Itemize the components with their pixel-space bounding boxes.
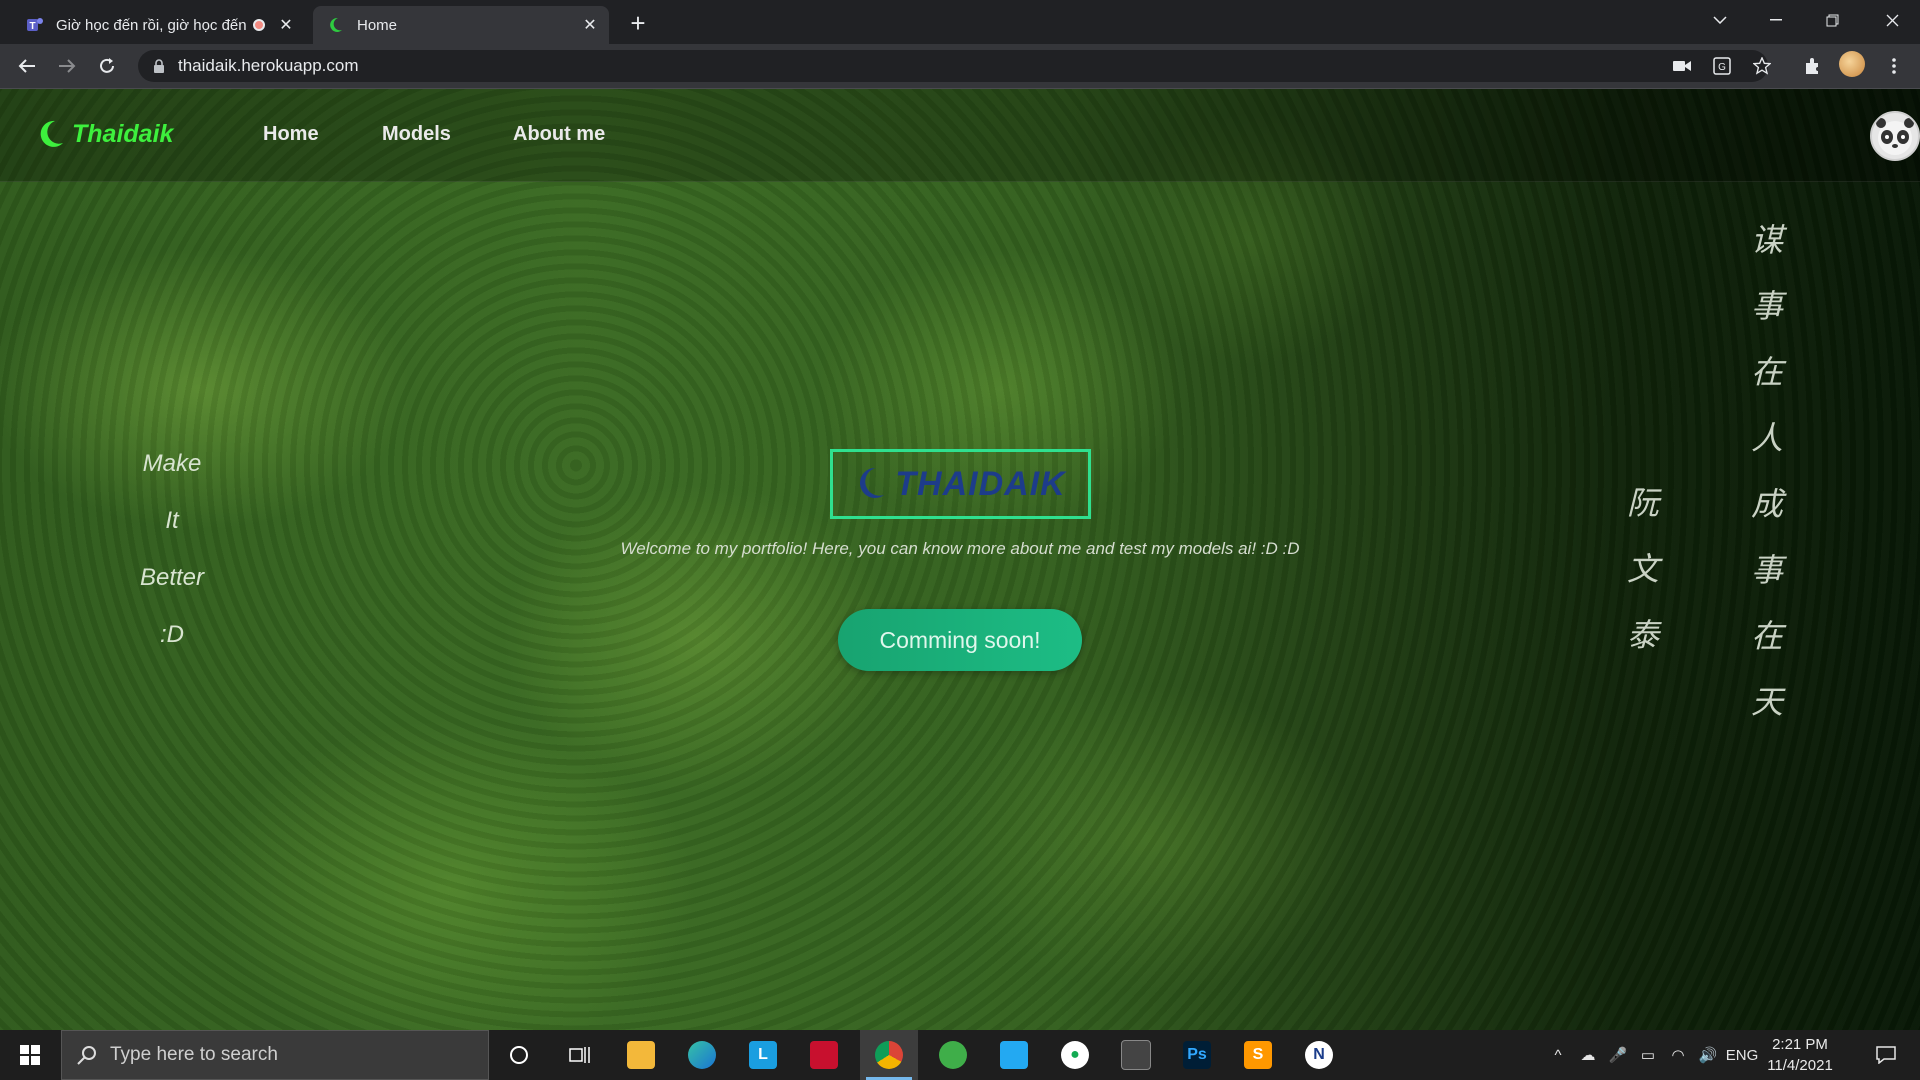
microphone-icon[interactable]: 🎤 (1605, 1030, 1631, 1080)
tab-search-icon[interactable] (1692, 0, 1748, 40)
terminal-icon[interactable] (1107, 1030, 1165, 1080)
cjk-char: 事 (1750, 551, 1783, 589)
windows-taskbar: Type here to search L ● Ps S N ^ ☁ 🎤 ▭ ◠… (0, 1030, 1920, 1080)
nav-models[interactable]: Models (382, 123, 451, 146)
cjk-char: 谋 (1750, 221, 1783, 259)
tab-title: Home (357, 16, 398, 34)
moon-icon (40, 120, 63, 147)
motto-word: :D (160, 621, 184, 648)
restore-icon[interactable] (1804, 0, 1860, 40)
cjk-name-column: 阮 文 泰 (1618, 470, 1668, 668)
nav-about-me[interactable]: About me (513, 123, 605, 146)
show-hidden-icons-icon[interactable]: ^ (1545, 1030, 1571, 1080)
volume-icon[interactable]: 🔊 (1695, 1030, 1721, 1080)
cjk-char: 在 (1750, 353, 1783, 391)
cjk-char: 泰 (1626, 616, 1659, 654)
action-center-icon[interactable] (1864, 1030, 1908, 1080)
close-tab-icon[interactable]: ✕ (581, 16, 599, 34)
user-avatar[interactable] (1870, 111, 1920, 161)
cjk-char: 事 (1750, 287, 1783, 325)
address-bar[interactable]: thaidaik.herokuapp.com (138, 50, 1768, 82)
motto-word: Make (142, 450, 202, 477)
teams-icon: T (26, 16, 44, 34)
search-placeholder: Type here to search (110, 1044, 278, 1065)
tab-title: Giờ học đến rồi, giờ học đến (56, 16, 247, 34)
svg-text:T: T (29, 21, 35, 32)
motto-word: Better (139, 564, 205, 591)
welcome-text: Welcome to my portfolio! Here, you can k… (620, 539, 1300, 558)
browser-toolbar: thaidaik.herokuapp.com G (0, 44, 1920, 89)
tab-teams[interactable]: T Giờ học đến rồi, giờ học đến ✕ (12, 6, 305, 44)
clean-icon[interactable] (924, 1030, 982, 1080)
bookmark-star-icon[interactable] (1748, 52, 1776, 80)
cjk-char: 阮 (1626, 484, 1659, 522)
battery-icon[interactable]: ▭ (1635, 1030, 1661, 1080)
edge-icon[interactable] (673, 1030, 731, 1080)
l-app-icon[interactable]: L (734, 1030, 792, 1080)
cjk-char: 人 (1750, 419, 1783, 457)
brand-name: Thaidaik (72, 119, 174, 148)
search-icon (77, 1046, 96, 1065)
reload-icon[interactable] (93, 52, 121, 80)
url-text: thaidaik.herokuapp.com (178, 56, 359, 75)
hero-logo: THAIDAIK (830, 449, 1091, 519)
sublime-icon[interactable]: S (1229, 1030, 1287, 1080)
nav-home[interactable]: Home (263, 123, 319, 146)
forward-icon[interactable] (53, 52, 81, 80)
site-navbar: Thaidaik Home Models About me (0, 89, 1920, 182)
clock-time: 2:21 PM (1772, 1036, 1828, 1053)
photoshop-icon[interactable]: Ps (1168, 1030, 1226, 1080)
recording-icon (253, 19, 265, 31)
translate-icon[interactable]: G (1708, 52, 1736, 80)
back-icon[interactable] (13, 52, 41, 80)
clock-date: 11/4/2021 (1767, 1057, 1833, 1074)
vscode-icon[interactable] (985, 1030, 1043, 1080)
cjk-char: 天 (1750, 683, 1783, 721)
camera-icon[interactable] (1668, 52, 1696, 80)
cjk-char: 文 (1626, 550, 1659, 588)
svg-text:G: G (1718, 62, 1726, 73)
hero-logo-text: THAIDAIK (895, 464, 1066, 503)
task-view-icon[interactable] (551, 1030, 609, 1080)
chrome-icon[interactable] (860, 1030, 918, 1080)
coming-soon-button[interactable]: Comming soon! (838, 609, 1082, 671)
wifi-icon[interactable]: ◠ (1665, 1030, 1691, 1080)
app-icon[interactable]: N (1290, 1030, 1348, 1080)
language-indicator[interactable]: ENG (1722, 1030, 1762, 1080)
moon-icon (860, 468, 885, 498)
moon-favicon-icon (327, 16, 345, 34)
motto-word: It (165, 507, 179, 534)
new-tab-button[interactable]: + (624, 10, 652, 38)
taskbar-search-box[interactable]: Type here to search (61, 1030, 489, 1080)
mcafee-icon[interactable] (795, 1030, 853, 1080)
browser-tab-bar: T Giờ học đến rồi, giờ học đến ✕ Home ✕ … (0, 0, 1920, 44)
cortana-icon[interactable] (490, 1030, 548, 1080)
minimize-icon[interactable] (1748, 0, 1804, 40)
windows-start-icon[interactable] (0, 1030, 60, 1080)
lock-icon (154, 59, 164, 73)
system-clock[interactable]: 2:21 PM 11/4/2021 (1760, 1034, 1840, 1076)
file-explorer-icon[interactable] (612, 1030, 670, 1080)
motto-vertical: Make It Better :D (122, 435, 222, 663)
cjk-char: 在 (1750, 617, 1783, 655)
extensions-icon[interactable] (1798, 52, 1826, 80)
menu-icon[interactable] (1880, 52, 1908, 80)
cjk-char: 成 (1750, 485, 1783, 523)
mongodb-icon[interactable]: ● (1046, 1030, 1104, 1080)
page-viewport: Thaidaik Home Models About me Make It Be… (0, 89, 1920, 1030)
cjk-proverb-column: 谋 事 在 人 成 事 在 天 (1742, 207, 1792, 735)
close-tab-icon[interactable]: ✕ (277, 16, 295, 34)
onedrive-icon[interactable]: ☁ (1575, 1030, 1601, 1080)
brand-logo[interactable]: Thaidaik (38, 119, 173, 149)
tab-home[interactable]: Home ✕ (313, 6, 609, 44)
profile-avatar[interactable] (1839, 51, 1865, 77)
close-window-icon[interactable] (1864, 0, 1920, 40)
